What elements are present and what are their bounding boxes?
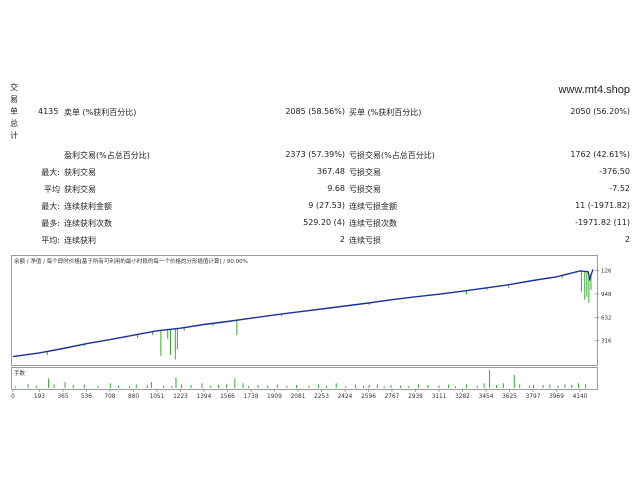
y-tick-label: 12641: [601, 269, 611, 275]
avg-loss-value: -7.52: [609, 184, 630, 193]
max2-label: 最大:: [41, 202, 60, 211]
x-tick-label: 536: [81, 394, 92, 400]
max-loss-value: -376.50: [599, 167, 630, 176]
x-tick-label: 2081: [291, 394, 306, 400]
loss-trades-value: 1762 (42.61%): [570, 150, 630, 159]
profit-trades-value: 2373 (57.39%): [285, 150, 345, 159]
sell-value: 2085 (58.56%): [285, 107, 345, 116]
avg-cons-win-label: 连续获利: [64, 236, 96, 245]
side-char: 计: [10, 131, 18, 140]
avg-label: 平均: [44, 185, 60, 194]
avg2-label: 平均:: [41, 236, 60, 245]
x-tick-label: 2253: [314, 394, 329, 400]
x-tick-label: 2767: [385, 394, 400, 400]
side-label-summary: 交 易 单 总 计: [8, 82, 20, 142]
side-char: 总: [10, 119, 18, 128]
max-profit-label: 获利交易: [64, 168, 96, 177]
avg-cons-loss-label: 连续亏损: [349, 236, 381, 245]
y-tick-label: 3160: [601, 339, 611, 345]
x-tick-label: 0: [11, 394, 15, 400]
balance-chart: 余额 / 净值 / 每个即时价格[基于所有可利用的最小时段的每一个价格的分形插值…: [11, 255, 611, 400]
buy-label: 买单 (%获利百分比): [349, 108, 422, 117]
avg-cons-loss-value: 2: [624, 235, 630, 244]
x-tick-label: 3111: [432, 394, 447, 400]
x-tick-label: 2596: [361, 394, 376, 400]
buy-value: 2050 (56.20%): [570, 107, 630, 116]
cons-win-count-value: 529.20 (4): [303, 218, 345, 227]
x-tick-label: 2939: [408, 394, 423, 400]
loss-trades-label: 亏损交易(%占总百分比): [349, 151, 435, 160]
x-tick-label: 1223: [173, 394, 188, 400]
cons-win-count-label: 连续获利次数: [64, 219, 112, 228]
site-watermark: www.mt4.shop: [558, 84, 630, 96]
x-axis-ticks: 0 193 365 536 708 880 1051 1223 1394 1566 1738 1909…: [11, 389, 588, 400]
lots-plot-frame: [11, 367, 598, 390]
x-tick-label: 193: [34, 394, 45, 400]
cons-loss-count-label: 连续亏损次数: [349, 219, 397, 228]
lots-label: 手数: [14, 369, 26, 377]
x-tick-label: 3454: [479, 394, 494, 400]
x-tick-label: 1909: [267, 394, 282, 400]
cons-loss-count-value: -1971.82 (11): [575, 218, 630, 227]
x-tick-label: 1738: [244, 394, 259, 400]
avg-profit-value: 9.68: [327, 184, 345, 193]
max-loss-label: 亏损交易: [349, 168, 381, 177]
x-tick-label: 4140: [573, 394, 588, 400]
side-char: 易: [10, 95, 18, 104]
x-tick-label: 880: [128, 394, 139, 400]
most-label: 最多:: [41, 219, 60, 228]
x-tick-label: 1051: [150, 394, 165, 400]
x-tick-label: 3969: [549, 394, 564, 400]
side-char: 单: [10, 107, 18, 116]
max-label: 最大:: [41, 168, 60, 177]
x-tick-label: 3282: [455, 394, 470, 400]
x-tick-label: 2424: [338, 394, 353, 400]
profit-trades-label: 盈利交易(%占总百分比): [64, 151, 150, 160]
total-trades-value: 4135: [38, 107, 59, 116]
x-tick-label: 1394: [197, 394, 212, 400]
x-tick-label: 1566: [220, 394, 235, 400]
cons-loss-money-label: 连续亏损金额: [349, 202, 397, 211]
cons-win-money-label: 连续获利金额: [64, 202, 112, 211]
avg-loss-label: 亏损交易: [349, 185, 381, 194]
max-profit-value: 367.48: [317, 167, 345, 176]
avg-cons-win-value: 2: [339, 235, 345, 244]
x-tick-label: 3625: [502, 394, 517, 400]
x-tick-label: 708: [104, 394, 115, 400]
side-char: 交: [10, 83, 18, 92]
cons-loss-money-value: 11 (-1971.82): [575, 201, 630, 210]
avg-profit-label: 获利交易: [64, 185, 96, 194]
y-tick-label: 6321: [601, 315, 611, 321]
chart-legend: 余额 / 净值 / 每个即时价格[基于所有可利用的最小时段的每一个价格的分形插值…: [14, 257, 248, 265]
sell-label: 卖单 (%获利百分比): [64, 108, 137, 117]
cons-win-money-value: 9 (27.53): [308, 201, 345, 210]
x-tick-label: 3797: [526, 394, 541, 400]
x-tick-label: 365: [57, 394, 68, 400]
y-tick-label: 9481: [601, 292, 611, 298]
